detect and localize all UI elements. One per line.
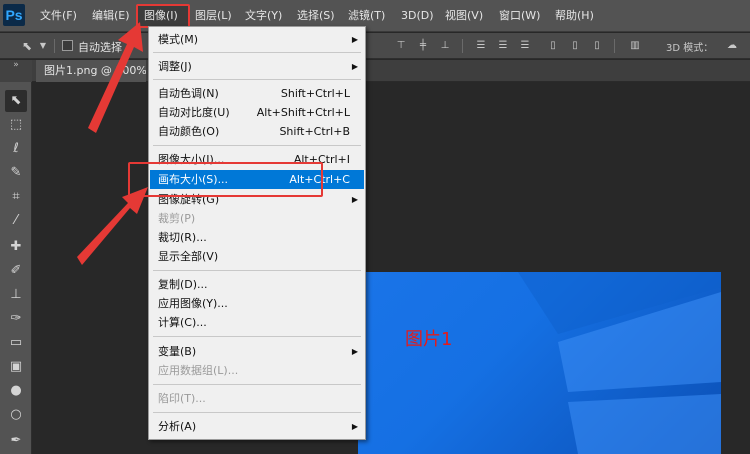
arrow-to-canvas-size: [77, 187, 148, 265]
annotation-arrows: [77, 22, 148, 265]
arrow-to-image-menu: [88, 22, 143, 133]
